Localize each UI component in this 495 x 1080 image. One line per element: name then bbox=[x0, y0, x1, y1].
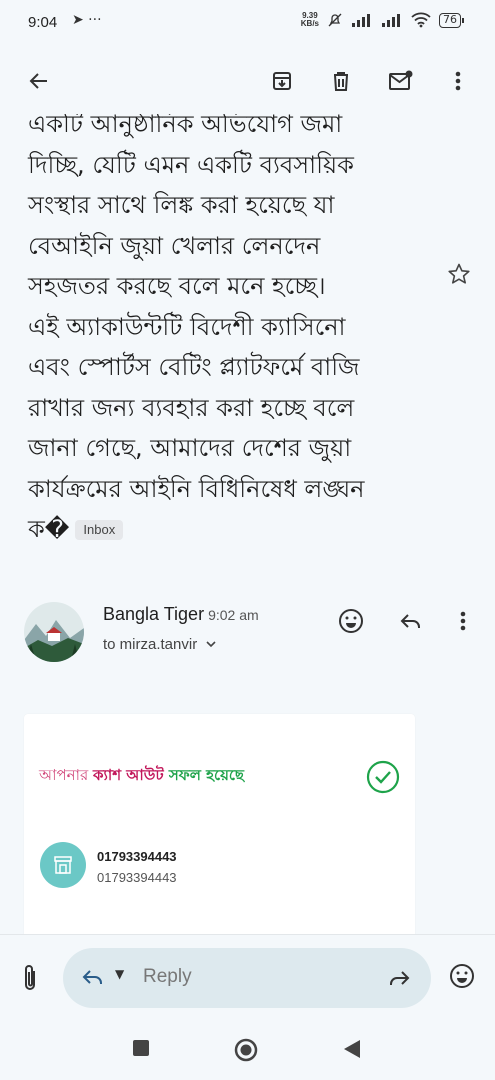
back-arrow-icon[interactable] bbox=[24, 66, 54, 96]
snippet-line: এই অ্যাকাউন্টটি বিদেশী ক্যাসিনো bbox=[28, 312, 346, 341]
battery-icon: 76 bbox=[439, 12, 464, 28]
snippet-line: রাখার জন্য ব্যবহার করা হচ্ছে বলে bbox=[28, 393, 355, 422]
snippet-line: জানা গেছে, আমাদের দেশের জুয়া bbox=[28, 434, 352, 462]
snippet-line: সহজতর করছে বলে মনে হচ্ছে। bbox=[28, 272, 326, 300]
reply-options-dropdown-icon[interactable]: ▼ bbox=[115, 967, 124, 981]
sender-row: Bangla Tiger 9:02 am to mirza.tanvir bbox=[0, 602, 495, 672]
snippet-line: একটি আনুষ্ঠানিক অভিযোগ জমা bbox=[28, 114, 343, 138]
mute-icon bbox=[328, 13, 342, 27]
snippet-line-last: ক� Inbox bbox=[28, 509, 428, 550]
reply-bar: ▼ Reply bbox=[0, 934, 495, 1020]
forward-icon[interactable] bbox=[387, 966, 411, 994]
reply-label: Reply bbox=[143, 966, 192, 987]
delete-icon[interactable] bbox=[326, 66, 356, 96]
signal-icon bbox=[352, 14, 370, 27]
chevron-down-icon bbox=[206, 641, 216, 648]
signal-icon-2 bbox=[382, 14, 400, 27]
cash-out-message: আপনার ক্যাশ আউট সফল হয়েছে bbox=[39, 766, 245, 784]
sender-line: Bangla Tiger 9:02 am bbox=[103, 604, 259, 625]
snippet-line: সংস্থার সাথে লিঙ্ক করা হয়েছে যা bbox=[28, 191, 335, 219]
more-vert-icon[interactable] bbox=[443, 66, 473, 96]
recipient-text: to mirza.tanvir bbox=[103, 636, 198, 653]
wifi-icon bbox=[411, 12, 431, 28]
sender-name[interactable]: Bangla Tiger bbox=[103, 604, 204, 624]
email-content: একটি আনুষ্ঠানিক অভিযোগ জমা দিচ্ছি, যেটি … bbox=[0, 114, 495, 934]
notification-icons: ➤ ··· bbox=[72, 12, 102, 28]
check-circle-icon bbox=[366, 760, 400, 798]
email-snippet: একটি আনুষ্ঠানিক অভিযোগ জমা দিচ্ছি, যেটি … bbox=[28, 114, 428, 550]
email-body-card: আপনার ক্যাশ আউট সফল হয়েছে 01793394443 0… bbox=[24, 714, 415, 934]
reply-icon[interactable] bbox=[396, 606, 426, 636]
recipient-line[interactable]: to mirza.tanvir bbox=[103, 636, 217, 653]
inbox-label-chip[interactable]: Inbox bbox=[75, 520, 124, 540]
star-icon[interactable] bbox=[447, 262, 471, 290]
attachment-icon[interactable] bbox=[20, 963, 40, 997]
status-right-icons: 9.39 KB/s 76 bbox=[300, 11, 464, 28]
archive-icon[interactable] bbox=[267, 66, 297, 96]
system-nav-bar bbox=[0, 1020, 495, 1080]
message-more-icon[interactable] bbox=[448, 606, 478, 636]
emoji-reaction-icon[interactable] bbox=[336, 606, 366, 636]
snippet-line: বেআইনি জুয়া খেলার লেনদেন bbox=[28, 231, 321, 260]
net-speed: 9.39 KB/s bbox=[300, 11, 319, 28]
reply-input[interactable]: ▼ Reply bbox=[63, 948, 431, 1008]
store-icon bbox=[40, 842, 86, 888]
reply-arrow-icon[interactable] bbox=[81, 965, 105, 993]
account-number: 01793394443 bbox=[97, 849, 177, 864]
email-time: 9:02 am bbox=[208, 607, 259, 623]
status-bar: 9:04 ➤ ··· 9.39 KB/s 76 bbox=[0, 0, 495, 48]
snippet-line: কার্যক্রমের আইনি বিধিনিষেধ লঙ্ঘন bbox=[28, 474, 365, 503]
avatar[interactable] bbox=[24, 602, 84, 662]
account-number-secondary: 01793394443 bbox=[97, 870, 177, 885]
snippet-line: এবং স্পোর্টস বেটিং প্ল্যাটফর্মে বাজি bbox=[28, 353, 360, 381]
recents-icon[interactable] bbox=[131, 1038, 151, 1062]
home-icon[interactable] bbox=[234, 1038, 258, 1066]
mark-unread-icon[interactable] bbox=[386, 66, 416, 96]
email-toolbar bbox=[0, 48, 495, 114]
snippet-line: দিচ্ছি, যেটি এমন একটি ব্যবসায়িক bbox=[28, 150, 354, 179]
emoji-icon[interactable] bbox=[449, 963, 475, 993]
status-time: 9:04 bbox=[28, 14, 58, 31]
back-nav-icon[interactable] bbox=[342, 1038, 362, 1064]
